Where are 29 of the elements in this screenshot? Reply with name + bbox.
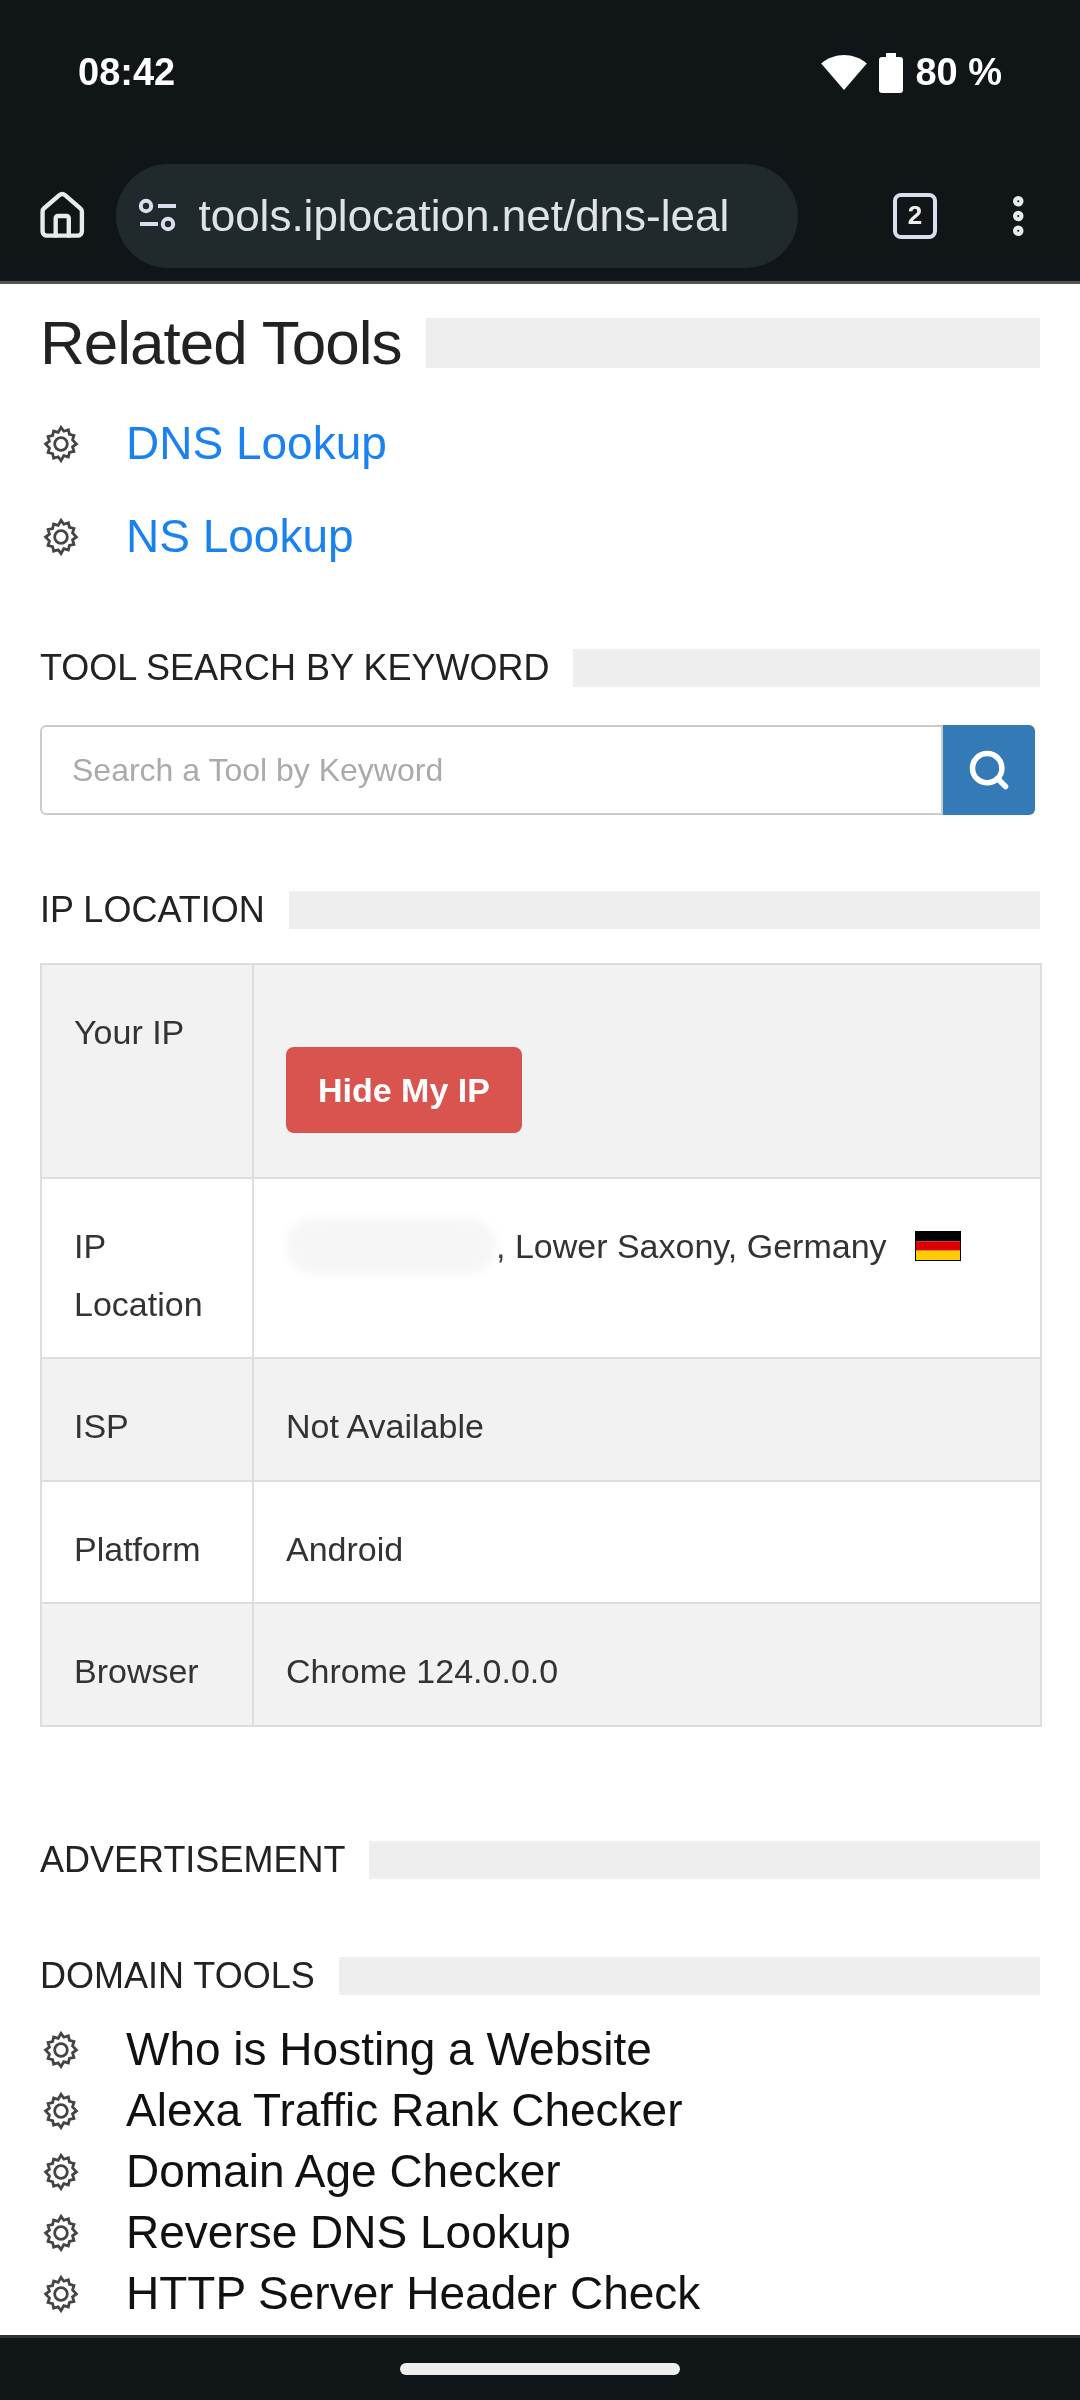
row-label: Browser — [74, 1652, 199, 1690]
tab-count[interactable]: 2 — [892, 192, 938, 239]
row-value: Chrome 124.0.0.0 — [286, 1652, 559, 1690]
address-bar[interactable]: tools.iplocation.net/dns-leal — [116, 163, 798, 268]
row-label: IP Location — [74, 1227, 203, 1323]
section-title: ADVERTISEMENT — [40, 1838, 346, 1882]
site-settings-icon[interactable] — [138, 197, 179, 234]
hide-ip-button[interactable]: Hide My IP — [286, 1047, 522, 1133]
url-text: tools.iplocation.net/dns-leal — [198, 189, 730, 242]
row-label: ISP — [74, 1407, 129, 1445]
section-title: TOOL SEARCH BY KEYWORD — [40, 646, 550, 690]
search-button[interactable] — [943, 725, 1035, 815]
section-title: Related Tools — [40, 307, 402, 379]
wifi-icon — [821, 53, 868, 92]
section-title: IP LOCATION — [40, 888, 265, 932]
location-value: , Lower Saxony, Germany — [496, 1225, 887, 1267]
tool-link[interactable]: NS Lookup — [126, 502, 354, 571]
battery-icon — [879, 52, 904, 93]
flag-icon — [914, 1231, 961, 1261]
row-value: Android — [286, 1530, 404, 1568]
row-label: Platform — [74, 1530, 201, 1568]
battery-percentage: 80 % — [915, 50, 1002, 95]
search-icon — [967, 748, 1011, 792]
row-value: Not Available — [286, 1407, 484, 1445]
status-time: 08:42 — [78, 50, 176, 95]
tool-link[interactable]: DNS Lookup — [126, 409, 387, 478]
section-title: DOMAIN TOOLS — [40, 1954, 315, 1998]
row-label: Your IP — [74, 1013, 185, 1051]
search-field[interactable]: Search a Tool by Keyword — [40, 725, 943, 815]
